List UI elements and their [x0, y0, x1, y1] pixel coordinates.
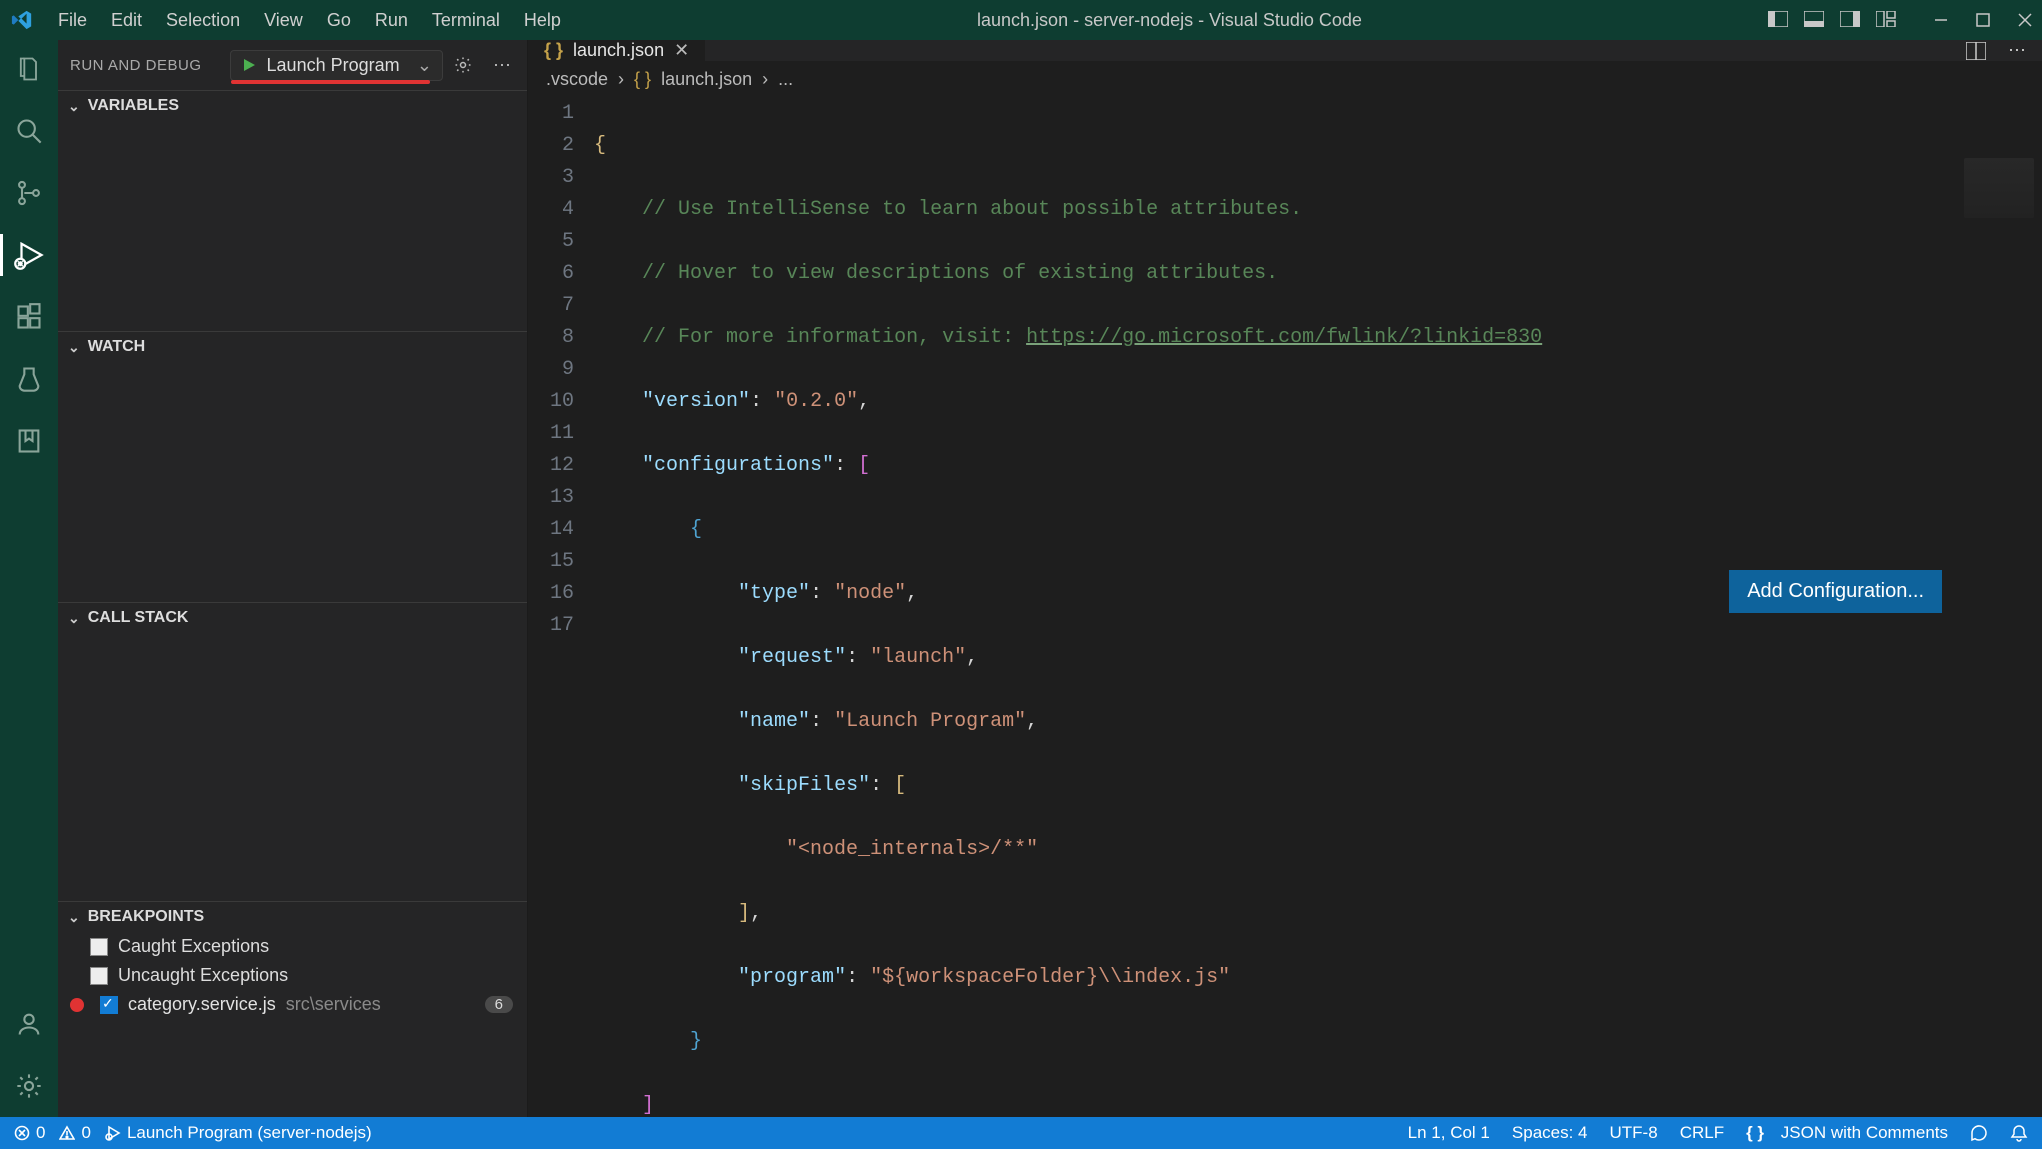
minimize-icon[interactable] [1934, 13, 1948, 27]
breakpoint-path: src\services [286, 994, 381, 1015]
line-gutter: 1234567891011121314151617 [528, 98, 594, 1149]
status-launch-config[interactable]: Launch Program (server-nodejs) [105, 1123, 372, 1143]
start-debug-icon[interactable] [241, 57, 257, 73]
explorer-icon[interactable] [14, 54, 44, 84]
toggle-secondary-sidebar-icon[interactable] [1840, 11, 1858, 29]
editor-group: { } launch.json ✕ ⋯ .vscode › { } launch… [528, 40, 2042, 1117]
menu-go[interactable]: Go [317, 6, 361, 35]
json-file-icon: { } [544, 40, 563, 61]
breadcrumb[interactable]: .vscode › { } launch.json › ... [528, 61, 2042, 98]
chevron-down-icon[interactable]: ⌄ [417, 55, 432, 76]
activity-bar [0, 40, 58, 1117]
search-icon[interactable] [14, 116, 44, 146]
menu-terminal[interactable]: Terminal [422, 6, 510, 35]
status-errors[interactable]: 0 [14, 1123, 45, 1143]
status-warnings[interactable]: 0 [59, 1123, 90, 1143]
breakpoint-file: category.service.js [128, 994, 276, 1015]
split-editor-icon[interactable] [1966, 42, 1986, 60]
chevron-right-icon: › [762, 69, 768, 90]
bookmark-icon[interactable] [14, 426, 44, 456]
menu-file[interactable]: File [48, 6, 97, 35]
breadcrumb-folder[interactable]: .vscode [546, 69, 608, 90]
menu-selection[interactable]: Selection [156, 6, 250, 35]
section-label: CALL STACK [88, 609, 189, 627]
breadcrumb-file[interactable]: launch.json [661, 69, 752, 90]
breakpoint-dot-icon [70, 998, 84, 1012]
toggle-panel-icon[interactable] [1804, 11, 1822, 29]
run-debug-icon[interactable] [14, 240, 44, 270]
maximize-icon[interactable] [1976, 13, 1990, 27]
tab-label: launch.json [573, 40, 664, 61]
titlebar: File Edit Selection View Go Run Terminal… [0, 0, 2042, 40]
section-label: WATCH [88, 338, 145, 356]
more-actions-icon[interactable]: ⋯ [2008, 40, 2026, 61]
extensions-icon[interactable] [14, 302, 44, 332]
minimap[interactable] [1964, 158, 2034, 218]
watch-section: ⌄ WATCH [58, 331, 527, 602]
breakpoint-caught-exceptions[interactable]: Caught Exceptions [58, 932, 527, 961]
testing-icon[interactable] [14, 364, 44, 394]
breakpoint-label: Caught Exceptions [118, 936, 269, 957]
menu-view[interactable]: View [254, 6, 313, 35]
chevron-down-icon: ⌄ [68, 339, 80, 356]
chevron-down-icon: ⌄ [68, 610, 80, 627]
chevron-down-icon: ⌄ [68, 909, 80, 926]
menu-bar: File Edit Selection View Go Run Terminal… [48, 6, 571, 35]
checkbox-icon[interactable] [90, 967, 108, 985]
toggle-primary-sidebar-icon[interactable] [1768, 11, 1786, 29]
customize-layout-icon[interactable] [1876, 11, 1894, 29]
json-file-icon: { } [634, 69, 651, 90]
breakpoints-header[interactable]: ⌄ BREAKPOINTS [58, 902, 527, 932]
code-content[interactable]: { // Use IntelliSense to learn about pos… [594, 98, 1562, 1149]
section-label: VARIABLES [88, 97, 179, 115]
configure-gear-icon[interactable] [453, 55, 479, 75]
breadcrumb-trail[interactable]: ... [778, 69, 793, 90]
more-actions-icon[interactable]: ⋯ [489, 55, 515, 76]
menu-help[interactable]: Help [514, 6, 571, 35]
add-configuration-button[interactable]: Add Configuration... [1729, 570, 1942, 613]
checkbox-icon[interactable] [90, 938, 108, 956]
launch-config-select[interactable]: Launch Program ⌄ [230, 50, 443, 81]
editor-tabs: { } launch.json ✕ ⋯ [528, 40, 2042, 61]
account-icon[interactable] [14, 1009, 44, 1039]
close-icon[interactable] [2018, 13, 2032, 27]
menu-run[interactable]: Run [365, 6, 418, 35]
variables-section: ⌄ VARIABLES [58, 90, 527, 331]
run-debug-sidebar: RUN AND DEBUG Launch Program ⌄ ⋯ ⌄ VARIAB… [58, 40, 528, 1117]
breakpoint-uncaught-exceptions[interactable]: Uncaught Exceptions [58, 961, 527, 990]
callstack-header[interactable]: ⌄ CALL STACK [58, 603, 527, 633]
checkbox-icon[interactable] [100, 996, 118, 1014]
menu-edit[interactable]: Edit [101, 6, 152, 35]
annotation-underline [231, 80, 430, 84]
source-control-icon[interactable] [14, 178, 44, 208]
sidebar-title: RUN AND DEBUG [70, 57, 202, 74]
vscode-logo-icon [10, 8, 34, 32]
breakpoints-section: ⌄ BREAKPOINTS Caught Exceptions Uncaught … [58, 901, 527, 1019]
callstack-section: ⌄ CALL STACK [58, 602, 527, 901]
breakpoint-file-item[interactable]: category.service.js src\services 6 [58, 990, 527, 1019]
settings-gear-icon[interactable] [14, 1071, 44, 1101]
code-editor[interactable]: 1234567891011121314151617 { // Use Intel… [528, 98, 2042, 1149]
breakpoint-count: 6 [485, 996, 513, 1013]
section-label: BREAKPOINTS [88, 908, 204, 926]
window-title: launch.json - server-nodejs - Visual Stu… [571, 10, 1768, 31]
tab-launch-json[interactable]: { } launch.json ✕ [528, 40, 706, 61]
watch-header[interactable]: ⌄ WATCH [58, 332, 527, 362]
variables-header[interactable]: ⌄ VARIABLES [58, 91, 527, 121]
breakpoint-label: Uncaught Exceptions [118, 965, 288, 986]
chevron-down-icon: ⌄ [68, 98, 80, 115]
chevron-right-icon: › [618, 69, 624, 90]
launch-config-label: Launch Program [267, 55, 407, 76]
close-tab-icon[interactable]: ✕ [674, 40, 689, 61]
